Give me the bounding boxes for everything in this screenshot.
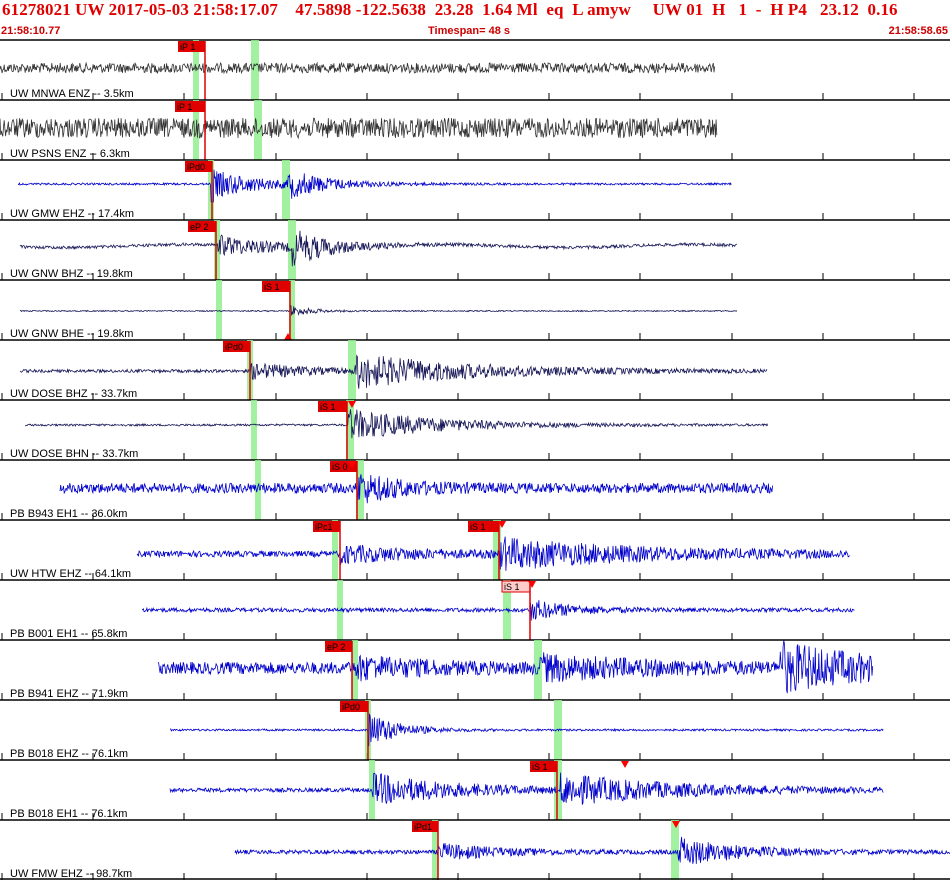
seismogram-viewer: 61278021 UW 2017-05-03 21:58:17.07 47.58… [0, 0, 950, 880]
channel-panel[interactable]: iS 1 UW DOSE BHN -- 33.7km [0, 399, 950, 460]
waveform-trace[interactable] [234, 836, 950, 864]
channel-label: UW DOSE BHZ -- 33.7km [10, 388, 137, 400]
phase-pick-label: iS 1 [264, 282, 280, 292]
waveform-trace[interactable] [19, 354, 768, 389]
channel-label: UW GNW BHE -- 19.8km [10, 328, 133, 340]
phase-pick-label: iS 1 [532, 762, 548, 772]
channel-label: UW PSNS ENZ -- 6.3km [10, 148, 130, 160]
waveform-trace[interactable] [0, 61, 716, 75]
channel-label: UW HTW EHZ -- 64.1km [10, 568, 131, 580]
channel-label: UW MNWA ENZ -- 3.5km [10, 88, 134, 100]
waveform-trace[interactable] [19, 230, 738, 267]
waveform-trace[interactable] [59, 474, 773, 504]
phase-pick-label: iP 1 [180, 42, 195, 52]
phase-pick-label: iPd0 [342, 702, 360, 712]
phase-pick-label: iS 1 [470, 522, 486, 532]
phase-window[interactable] [251, 400, 257, 460]
channel-panel[interactable]: iPd0 PB B018 EHZ -- 76.1km [0, 699, 950, 760]
channel-label: PB B943 EH1 -- 36.0km [10, 508, 127, 520]
phase-window[interactable] [251, 40, 259, 100]
waveform-trace[interactable] [17, 169, 732, 203]
waveform-trace[interactable] [169, 713, 884, 747]
end-time-label: 21:58:58.65 [888, 25, 948, 37]
phase-pick-label: iP 1 [177, 102, 192, 112]
channel-panel[interactable]: eP 2 UW GNW BHZ -- 19.8km [0, 219, 950, 280]
channel-panel[interactable]: iPd1 UW FMW EHZ -- 98.7km [0, 819, 950, 880]
waveform-trace[interactable] [157, 640, 874, 694]
channel-label: PB B001 EH1 -- 65.8km [10, 628, 127, 640]
channel-label: PB B941 EHZ -- 71.9km [10, 688, 128, 700]
channel-label: UW GMW EHZ -- 17.4km [10, 208, 134, 220]
channel-panel[interactable]: iS 1 PB B018 EH1 -- 76.1km [0, 759, 950, 820]
phase-pick-label: eP 2 [327, 642, 345, 652]
channel-panel[interactable]: iS 1 PB B001 EH1 -- 65.8km [0, 579, 950, 640]
waveform-trace[interactable] [169, 772, 884, 805]
channel-panel[interactable]: iS 1 UW GNW BHE -- 19.8km [0, 279, 950, 340]
phase-pick-label: eP 2 [190, 222, 208, 232]
channel-label: UW FMW EHZ -- 98.7km [10, 868, 132, 880]
waveform-trace[interactable] [24, 409, 769, 439]
phase-pick-label: iS 1 [504, 582, 520, 592]
channel-panel[interactable]: iP 1 UW MNWA ENZ -- 3.5km [0, 39, 950, 100]
waveform-trace[interactable] [0, 117, 718, 140]
phase-pick-label: iPd0 [187, 162, 205, 172]
channel-panel[interactable]: iP 1 UW PSNS ENZ -- 6.3km [0, 99, 950, 160]
phase-window[interactable] [282, 160, 290, 220]
phase-pick-label: iS 0 [332, 462, 348, 472]
channel-label: UW GNW BHZ -- 19.8km [10, 268, 133, 280]
event-header: 61278021 UW 2017-05-03 21:58:17.07 47.58… [0, 0, 950, 40]
phase-pick-label: iPd1 [414, 822, 432, 832]
phase-pick-label: iS 1 [320, 402, 336, 412]
arrival-marker-icon[interactable] [621, 761, 629, 768]
channel-label: PB B018 EH1 -- 76.1km [10, 808, 127, 820]
event-summary-title: 61278021 UW 2017-05-03 21:58:17.07 47.58… [2, 0, 898, 19]
phase-pick-label: iPc1 [315, 522, 333, 532]
start-time-label: 21:58:10.77 [1, 25, 61, 37]
channel-panel[interactable]: iPd0 UW GMW EHZ -- 17.4km [0, 159, 950, 220]
phase-window[interactable] [671, 820, 679, 880]
channel-label: PB B018 EHZ -- 76.1km [10, 748, 128, 760]
channel-label: UW DOSE BHN -- 33.7km [10, 448, 138, 460]
waveform-trace[interactable] [19, 305, 738, 317]
waveform-trace[interactable] [141, 600, 855, 621]
channel-panel[interactable]: iPd0 UW DOSE BHZ -- 33.7km [0, 339, 950, 400]
phase-window[interactable] [216, 280, 222, 340]
timespan-label: Timespan= 48 s [428, 25, 511, 37]
channel-panel[interactable]: iS 0 PB B943 EH1 -- 36.0km [0, 459, 950, 520]
waveform-panel-area[interactable]: iP 1 UW MNWA ENZ -- 3.5km iP 1 UW PSNS ENZ … [0, 38, 950, 880]
phase-pick-label: iPd0 [225, 342, 243, 352]
channel-panel[interactable]: eP 2 PB B941 EHZ -- 71.9km [0, 639, 950, 700]
channel-panel[interactable]: iPc1 iS 1 UW HTW EHZ -- 64.1km [0, 519, 950, 580]
